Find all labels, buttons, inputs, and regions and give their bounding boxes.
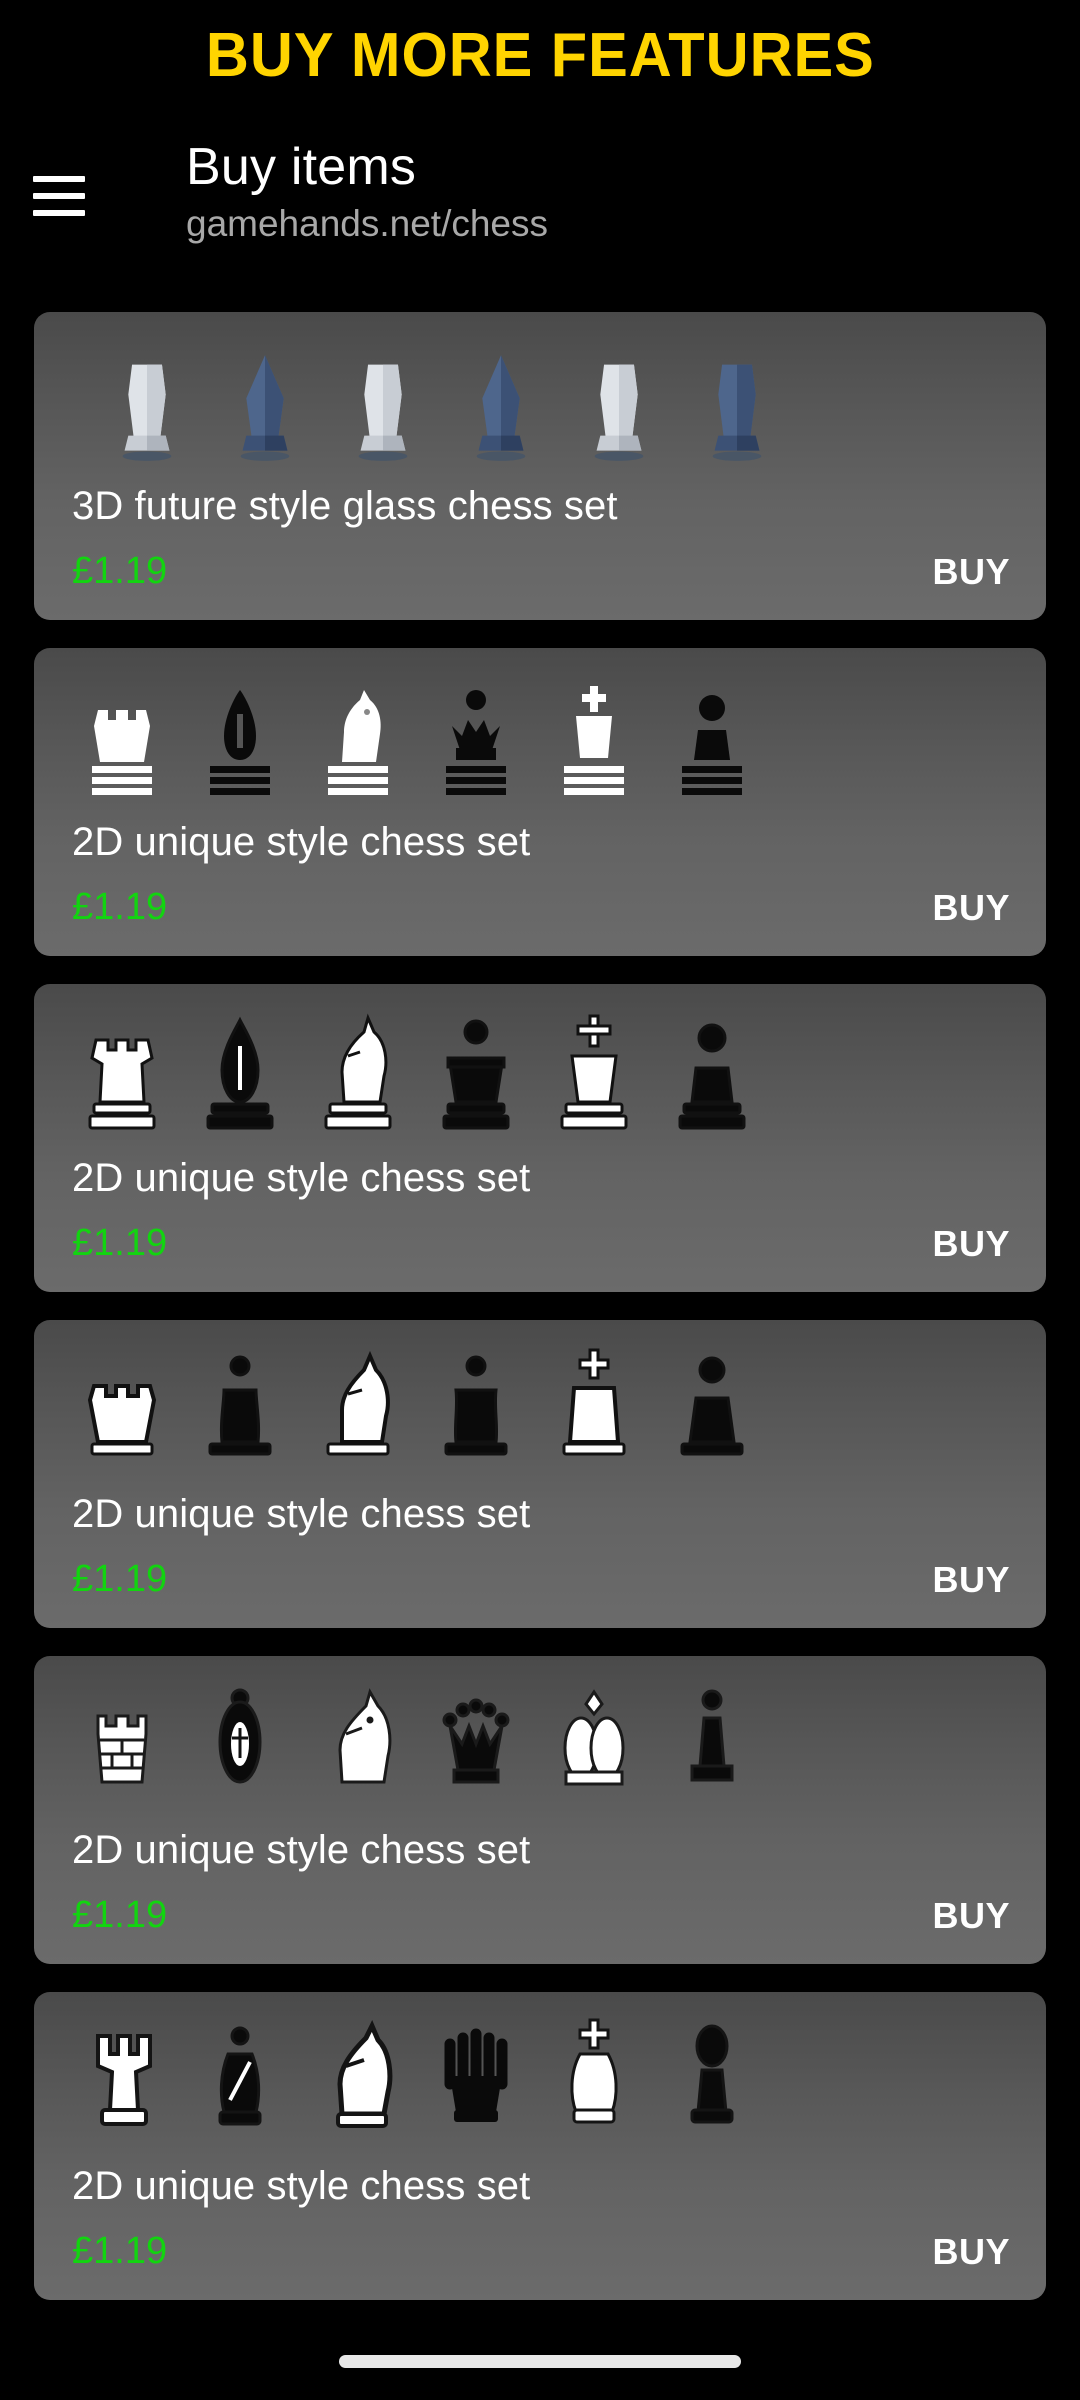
queen-black-icon [430, 1006, 522, 1134]
pawn-blue-icon [694, 338, 780, 466]
item-title: 2D unique style chess set [72, 1492, 531, 1536]
chess-piece-preview-row [76, 1338, 1004, 1470]
item-price: £1.19 [72, 886, 168, 928]
hamburger-menu-icon[interactable] [0, 128, 110, 263]
item-price: £1.19 [72, 2230, 168, 2272]
items-list[interactable]: 3D future style glass chess set £1.19 BUY 2… [0, 312, 1080, 2400]
knight-white-icon [312, 2014, 404, 2142]
queen-blue-icon [458, 338, 544, 466]
item-footer: £1.19 BUY [72, 550, 1010, 593]
knight-white-icon [340, 338, 426, 466]
queen-black-icon [430, 2014, 522, 2142]
item-title: 2D unique style chess set [72, 2164, 531, 2208]
item-price: £1.19 [72, 1558, 168, 1600]
item-title: 3D future style glass chess set [72, 484, 618, 528]
chess-piece-preview-row [76, 1002, 1004, 1134]
knight-white-icon [312, 1342, 404, 1470]
rook-white-icon [104, 338, 190, 466]
knight-white-icon [312, 670, 404, 798]
rook-white-icon [76, 670, 168, 798]
item-footer: £1.19 BUY [72, 1222, 1010, 1265]
pawn-black-icon [666, 1678, 758, 1806]
king-white-icon [548, 1342, 640, 1470]
buy-button[interactable]: BUY [932, 551, 1010, 593]
item-title: 2D unique style chess set [72, 1156, 531, 1200]
item-price: £1.19 [72, 1222, 168, 1264]
item-footer: £1.19 BUY [72, 1558, 1010, 1601]
rook-white-icon [76, 1006, 168, 1134]
promo-banner-text: BUY MORE FEATURES [205, 20, 875, 90]
header-text-group: Buy items gamehands.net/chess [110, 139, 548, 247]
item-footer: £1.19 BUY [72, 1894, 1010, 1937]
king-white-icon [576, 338, 662, 466]
bishop-blue-icon [222, 338, 308, 466]
item-title: 2D unique style chess set [72, 1828, 531, 1872]
chess-piece-preview-row [76, 666, 1004, 798]
item-title: 2D unique style chess set [72, 820, 531, 864]
queen-black-icon [430, 1342, 522, 1470]
rook-white-icon [76, 1678, 168, 1806]
king-white-icon [548, 1006, 640, 1134]
bishop-black-icon [194, 2014, 286, 2142]
buy-button[interactable]: BUY [932, 2231, 1010, 2273]
chess-piece-preview-row [76, 1674, 1004, 1806]
item-card[interactable]: 2D unique style chess set £1.19 BUY [34, 1656, 1046, 1964]
pawn-black-icon [666, 670, 758, 798]
rook-white-icon [76, 2014, 168, 2142]
king-white-icon [548, 2014, 640, 2142]
buy-button[interactable]: BUY [932, 1895, 1010, 1937]
king-white-icon [548, 670, 640, 798]
bishop-black-icon [194, 1678, 286, 1806]
item-footer: £1.19 BUY [72, 2230, 1010, 2273]
home-indicator [339, 2355, 741, 2368]
knight-white-icon [312, 1678, 404, 1806]
pawn-black-icon [666, 1342, 758, 1470]
bishop-black-icon [194, 1006, 286, 1134]
pawn-black-icon [666, 2014, 758, 2142]
knight-white-icon [312, 1006, 404, 1134]
hamburger-bar-2 [33, 192, 85, 199]
king-white-icon [548, 1678, 640, 1806]
item-price: £1.19 [72, 550, 168, 592]
chess-piece-preview-row [104, 334, 1004, 466]
bishop-black-icon [194, 670, 286, 798]
item-card[interactable]: 3D future style glass chess set £1.19 BUY [34, 312, 1046, 620]
page-url: gamehands.net/chess [186, 203, 549, 245]
item-price: £1.19 [72, 1894, 168, 1936]
buy-button[interactable]: BUY [932, 1223, 1010, 1265]
page-header: Buy items gamehands.net/chess [0, 128, 1080, 263]
queen-black-icon [430, 670, 522, 798]
item-card[interactable]: 2D unique style chess set £1.19 BUY [34, 1992, 1046, 2300]
hamburger-bar-1 [33, 175, 85, 182]
item-footer: £1.19 BUY [72, 886, 1010, 929]
queen-black-icon [430, 1678, 522, 1806]
hamburger-bar-3 [33, 209, 85, 216]
pawn-black-icon [666, 1006, 758, 1134]
item-card[interactable]: 2D unique style chess set £1.19 BUY [34, 1320, 1046, 1628]
item-card[interactable]: 2D unique style chess set £1.19 BUY [34, 648, 1046, 956]
rook-white-icon [76, 1342, 168, 1470]
buy-button[interactable]: BUY [932, 887, 1010, 929]
app-screen: BUY MORE FEATURES Buy items gamehands.ne… [0, 0, 1080, 2400]
bishop-black-icon [194, 1342, 286, 1470]
page-title: Buy items [186, 138, 417, 197]
buy-button[interactable]: BUY [932, 1559, 1010, 1601]
chess-piece-preview-row [76, 2010, 1004, 2142]
item-card[interactable]: 2D unique style chess set £1.19 BUY [34, 984, 1046, 1292]
promo-banner[interactable]: BUY MORE FEATURES [0, 0, 1080, 110]
